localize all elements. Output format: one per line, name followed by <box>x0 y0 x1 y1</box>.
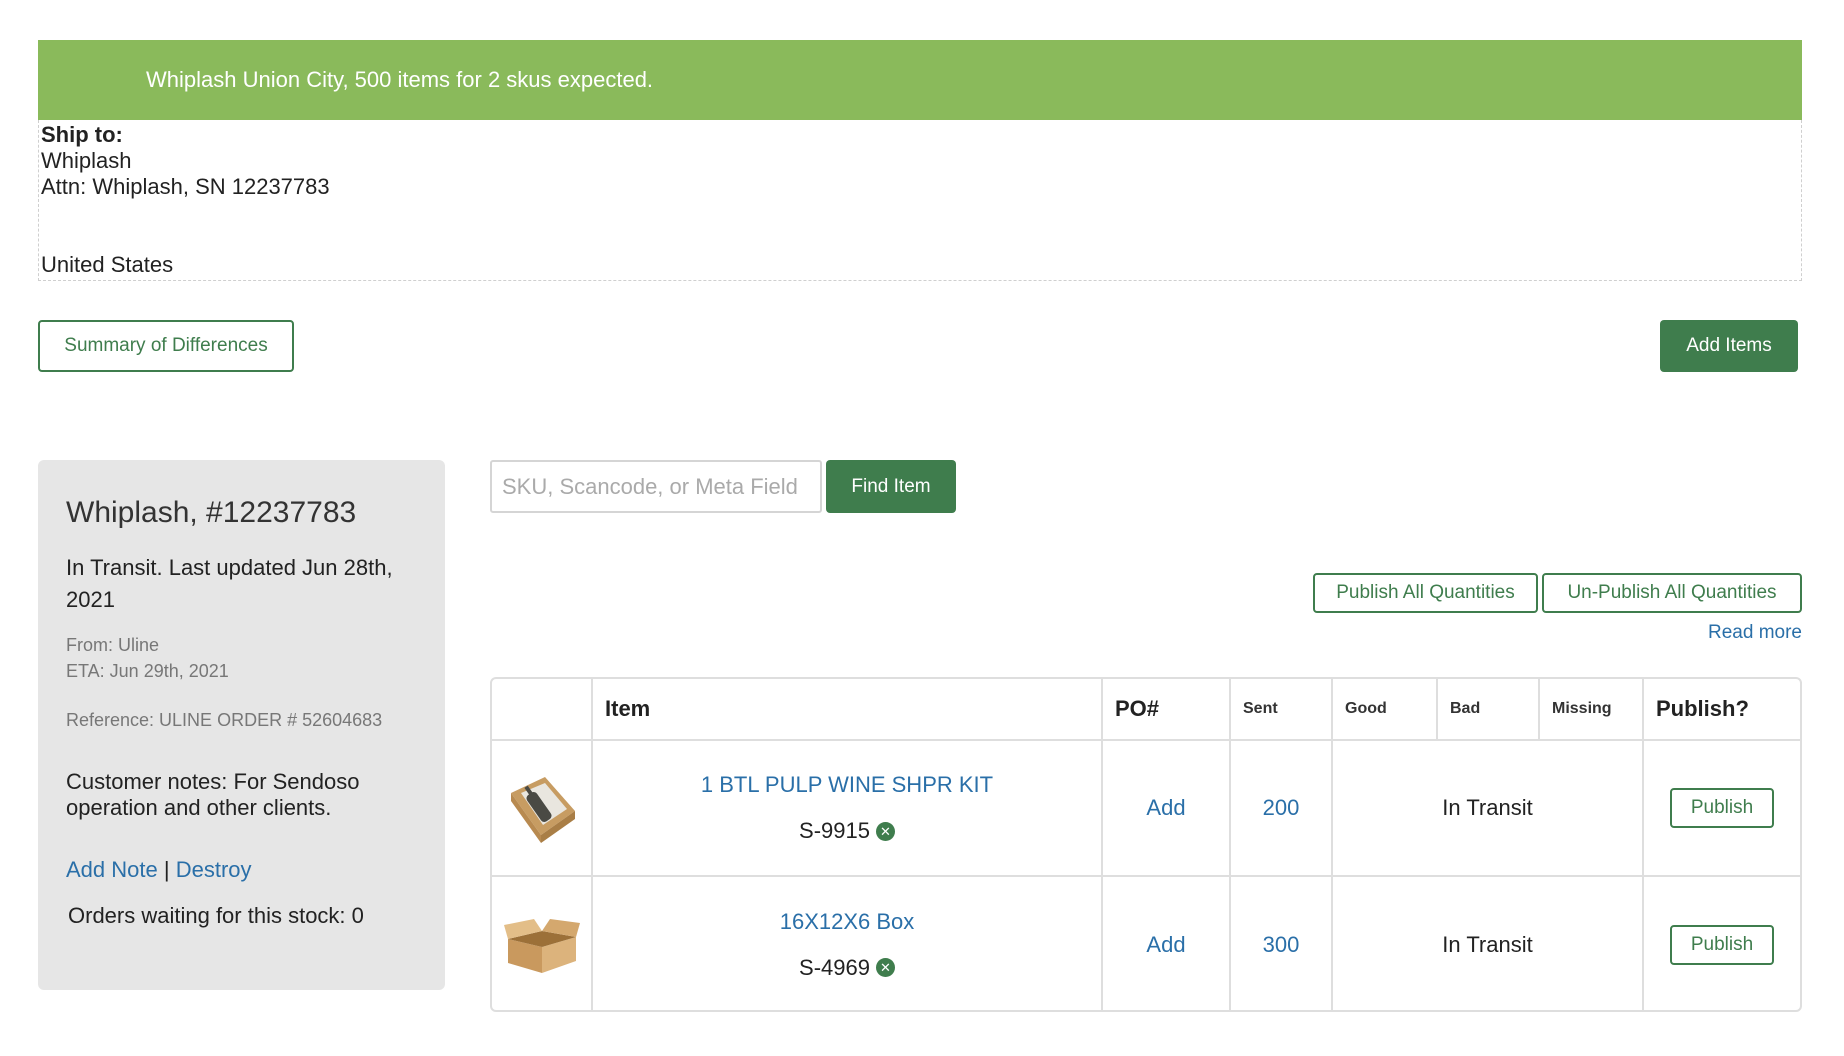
customer-notes: Customer notes: For Sendoso operation an… <box>66 769 360 820</box>
item-image-cell <box>492 875 593 1010</box>
shipment-status: In Transit. Last updated Jun 28th, 2021 <box>66 555 393 612</box>
sku-text: S-4969 <box>799 954 870 980</box>
sku-text: S-9915 <box>799 818 870 843</box>
add-note-link[interactable]: Add Note <box>66 857 158 882</box>
publish-all-quantities-button[interactable]: Publish All Quantities <box>1313 573 1538 613</box>
sent-header: Sent <box>1229 679 1333 741</box>
unpublish-all-quantities-button[interactable]: Un-Publish All Quantities <box>1542 573 1802 613</box>
table-row: 16X12X6 Box S-4969 ✕ Add 300 In Transit … <box>492 875 1800 1010</box>
find-item-button[interactable]: Find Item <box>826 460 956 513</box>
sent-quantity-link[interactable]: 300 <box>1263 932 1300 957</box>
destroy-link[interactable]: Destroy <box>176 857 252 882</box>
shipment-items-table: Item PO# Sent Good Bad Missing Publish? <box>490 677 1802 1012</box>
ship-to-country: United States <box>41 252 174 277</box>
remove-sku-icon[interactable]: ✕ <box>875 958 895 977</box>
remove-sku-icon[interactable]: ✕ <box>875 821 895 841</box>
orders-waiting: Orders waiting for this stock: 0 <box>68 903 364 928</box>
good-header: Good <box>1331 679 1438 741</box>
table-row: 1 BTL PULP WINE SHPR KIT S-9915 ✕ Add 20… <box>492 739 1800 877</box>
ship-to-name: Whiplash <box>41 148 132 173</box>
link-separator: | <box>163 857 170 882</box>
item-sku: S-4969 ✕ <box>799 955 895 981</box>
add-po-link[interactable]: Add <box>1146 795 1185 820</box>
wine-kit-image <box>510 777 575 843</box>
shipment-info-panel: Whiplash, #12237783 In Transit. Last upd… <box>38 460 445 990</box>
missing-header: Missing <box>1538 679 1644 741</box>
item-cell: 16X12X6 Box S-4969 ✕ <box>591 875 1103 1010</box>
bad-header: Bad <box>1436 679 1540 741</box>
sku-search-input[interactable] <box>490 460 822 513</box>
summary-of-differences-button[interactable]: Summary of Differences <box>38 320 294 372</box>
shipment-eta: ETA: Jun 29th, 2021 <box>66 661 229 681</box>
publish-header: Publish? <box>1642 679 1800 741</box>
table-header-row: Item PO# Sent Good Bad Missing Publish? <box>492 679 1800 741</box>
receiving-status: In Transit <box>1331 739 1644 877</box>
sent-quantity-link[interactable]: 200 <box>1263 795 1300 820</box>
shipment-reference: Reference: ULINE ORDER # 52604683 <box>66 710 383 730</box>
publish-button[interactable]: Publish <box>1670 924 1774 965</box>
shipment-title: Whiplash, #12237783 <box>66 496 357 529</box>
cardboard-box-image <box>503 918 580 973</box>
image-header <box>492 679 593 741</box>
add-po-link[interactable]: Add <box>1146 932 1185 957</box>
shipment-banner: Whiplash Union City, 500 items for 2 sku… <box>38 40 1802 120</box>
ship-to-label: Ship to: <box>41 122 123 147</box>
read-more-link[interactable]: Read more <box>1708 622 1802 644</box>
item-cell: 1 BTL PULP WINE SHPR KIT S-9915 ✕ <box>591 739 1103 877</box>
item-header: Item <box>591 679 1103 741</box>
po-header: PO# <box>1101 679 1231 741</box>
item-name-link[interactable]: 16X12X6 Box <box>780 909 915 934</box>
add-items-button[interactable]: Add Items <box>1660 320 1798 372</box>
ship-to-attn: Attn: Whiplash, SN 12237783 <box>41 174 330 199</box>
shipment-from: From: Uline <box>66 635 160 655</box>
item-sku: S-9915 ✕ <box>799 818 895 844</box>
item-name-link[interactable]: 1 BTL PULP WINE SHPR KIT <box>701 772 993 797</box>
publish-button[interactable]: Publish <box>1670 788 1774 828</box>
ship-to-address: Ship to: Whiplash Attn: Whiplash, SN 122… <box>38 120 1802 281</box>
item-image-cell <box>492 739 593 877</box>
receiving-status: In Transit <box>1331 875 1644 1010</box>
banner-text: Whiplash Union City, 500 items for 2 sku… <box>146 67 654 92</box>
